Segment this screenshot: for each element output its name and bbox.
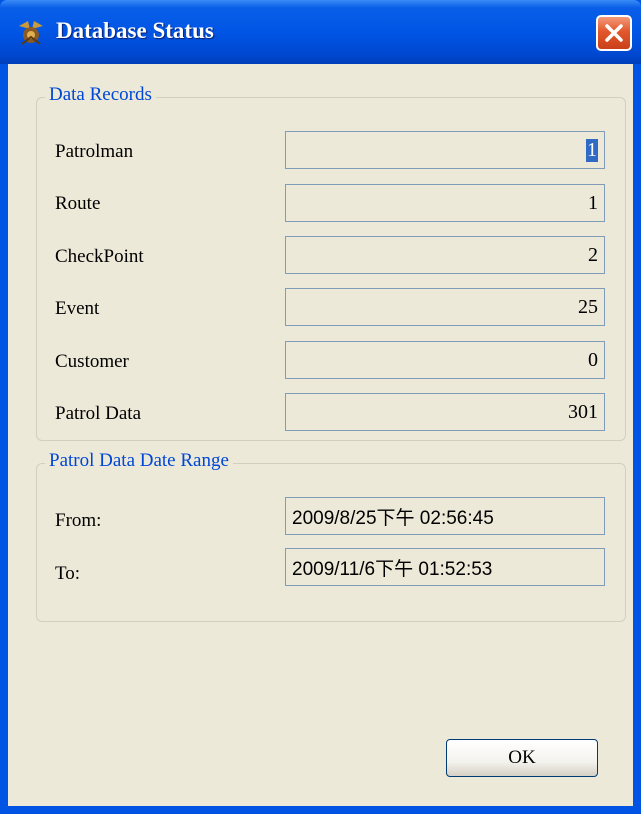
dialog-body: Data Records Patrolman 1 Route 1 CheckPo… bbox=[8, 64, 633, 806]
close-icon bbox=[605, 24, 623, 42]
ok-button[interactable]: OK bbox=[446, 739, 598, 777]
date-range-group: Patrol Data Date Range bbox=[36, 450, 626, 622]
title-bar[interactable]: Database Status bbox=[0, 0, 641, 64]
patrolman-count-field[interactable]: 1 bbox=[285, 131, 605, 169]
from-label: From: bbox=[55, 510, 102, 531]
route-label: Route bbox=[55, 193, 101, 214]
patrol-data-label: Patrol Data bbox=[55, 403, 142, 424]
patrol-data-count-field[interactable]: 301 bbox=[285, 393, 605, 431]
route-count-field[interactable]: 1 bbox=[285, 184, 605, 222]
checkpoint-label: CheckPoint bbox=[55, 246, 144, 267]
to-label: To: bbox=[55, 563, 81, 584]
data-records-title: Data Records bbox=[45, 84, 156, 106]
date-range-title: Patrol Data Date Range bbox=[45, 450, 233, 472]
event-count-field[interactable]: 25 bbox=[285, 288, 605, 326]
window-title: Database Status bbox=[56, 18, 214, 43]
to-date-field[interactable]: 2009/11/6下午 01:52:53 bbox=[285, 548, 605, 586]
close-button[interactable] bbox=[596, 15, 632, 51]
event-label: Event bbox=[55, 298, 100, 319]
customer-label: Customer bbox=[55, 351, 129, 372]
customer-count-field[interactable]: 0 bbox=[285, 341, 605, 379]
database-status-window: Database Status Data Records Patrolman 1… bbox=[0, 0, 641, 814]
from-date-field[interactable]: 2009/8/25下午 02:56:45 bbox=[285, 497, 605, 535]
patrol-app-icon bbox=[16, 18, 46, 48]
checkpoint-count-field[interactable]: 2 bbox=[285, 236, 605, 274]
patrolman-label: Patrolman bbox=[55, 141, 134, 162]
